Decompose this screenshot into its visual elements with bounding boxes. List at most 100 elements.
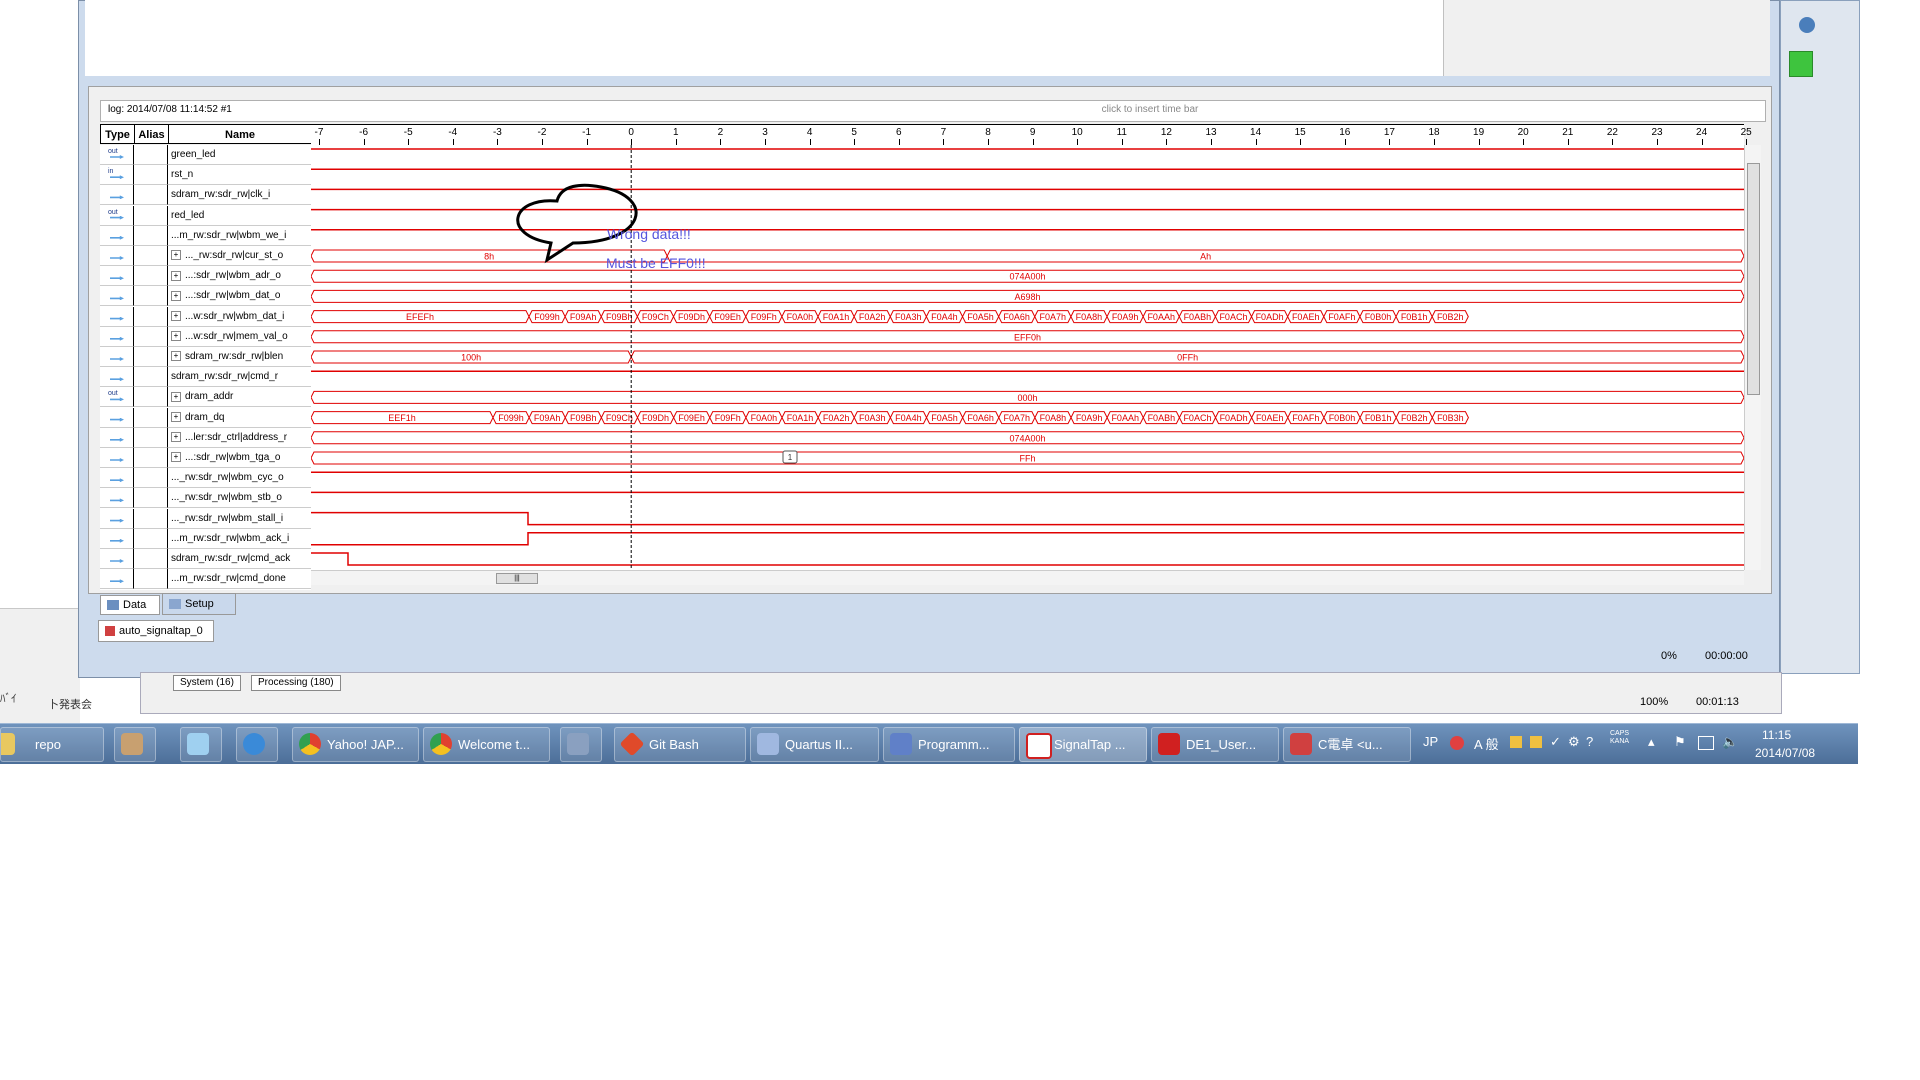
signal-row[interactable]: + dram_dq bbox=[100, 407, 311, 428]
signal-row[interactable]: + ...w:sdr_rw|mem_val_o bbox=[100, 326, 311, 347]
horizontal-scrollbar[interactable]: ||| bbox=[311, 570, 1744, 585]
signal-row[interactable]: + ..._rw:sdr_rw|cur_st_o bbox=[100, 246, 311, 266]
signal-row[interactable]: ...m_rw:sdr_rw|cmd_done bbox=[100, 569, 311, 590]
taskbar-item-programmer[interactable]: Programm... bbox=[883, 727, 1015, 762]
taskbar-item-calc-denki[interactable]: C電卓 <u... bbox=[1283, 727, 1411, 762]
signal-alias-cell bbox=[134, 448, 168, 468]
signal-alias-cell bbox=[134, 407, 168, 428]
bus-value-label: F099h bbox=[534, 312, 560, 322]
column-header-type[interactable]: Type bbox=[100, 124, 135, 144]
waveform-area[interactable]: 8h Ah 074A00h A698h EFEFh F099h F09Ah F09Bh F09C… bbox=[311, 145, 1744, 570]
taskbar-item-pdf[interactable]: DE1_User... bbox=[1151, 727, 1279, 762]
expand-icon[interactable]: + bbox=[171, 331, 181, 342]
ruler-tick-label: 12 bbox=[1160, 127, 1172, 138]
signal-row[interactable]: ..._rw:sdr_rw|wbm_stall_i bbox=[100, 508, 311, 529]
signal-row[interactable]: out red_led bbox=[100, 205, 311, 226]
expand-icon[interactable]: + bbox=[171, 452, 181, 463]
scroll-thumb[interactable] bbox=[1747, 163, 1760, 395]
signal-row[interactable]: sdram_rw:sdr_rw|cmd_ack bbox=[100, 549, 311, 569]
clock-time[interactable]: 11:15 bbox=[1762, 728, 1791, 742]
column-header-name[interactable]: Name bbox=[168, 124, 312, 144]
log-bar[interactable] bbox=[100, 100, 1766, 122]
bus-value-label: EFF0h bbox=[1014, 332, 1041, 342]
scroll-thumb[interactable]: ||| bbox=[496, 573, 538, 584]
signal-row[interactable]: + ...:sdr_rw|wbm_dat_o bbox=[100, 286, 311, 307]
expand-icon[interactable]: + bbox=[171, 351, 181, 362]
expand-icon[interactable]: + bbox=[171, 310, 181, 321]
taskbar-item-git-bash[interactable]: Git Bash bbox=[614, 727, 746, 762]
expand-icon[interactable]: + bbox=[171, 250, 181, 261]
signal-name-text: red_led bbox=[171, 209, 205, 221]
ime-tool-icon[interactable] bbox=[1510, 736, 1522, 748]
network-icon[interactable] bbox=[1698, 736, 1714, 750]
signal-name-text: dram_dq bbox=[185, 411, 225, 423]
taskbar-item-ie[interactable] bbox=[236, 727, 278, 762]
signal-type-cell: out bbox=[100, 387, 134, 408]
volume-icon[interactable]: 🔈 bbox=[1722, 734, 1738, 750]
expand-icon[interactable]: + bbox=[171, 411, 181, 422]
signal-row[interactable]: + ...w:sdr_rw|wbm_dat_i bbox=[100, 306, 311, 327]
taskbar-item-notes[interactable] bbox=[180, 727, 222, 762]
ruler-tick-label: 5 bbox=[851, 127, 857, 138]
vertical-scrollbar[interactable] bbox=[1744, 145, 1761, 570]
taskbar-item-signaltap[interactable]: SignalTap ... bbox=[1019, 727, 1147, 762]
taskbar-item-chrome-welcome[interactable]: Welcome t... bbox=[423, 727, 550, 762]
signal-row[interactable]: ...m_rw:sdr_rw|wbm_ack_i bbox=[100, 528, 311, 549]
expand-icon[interactable]: + bbox=[171, 432, 181, 443]
expand-icon[interactable]: + bbox=[171, 391, 181, 402]
clock-date[interactable]: 2014/07/08 bbox=[1755, 746, 1815, 760]
tab-system-messages[interactable]: System (16) bbox=[173, 675, 241, 691]
timebar-hint[interactable]: click to insert time bar bbox=[1000, 104, 1300, 115]
tab-data[interactable]: Data bbox=[100, 595, 160, 615]
tab-processing-messages[interactable]: Processing (180) bbox=[251, 675, 341, 691]
bus-value-label: F09Eh bbox=[678, 413, 705, 423]
signal-row[interactable]: sdram_rw:sdr_rw|cmd_r bbox=[100, 367, 311, 388]
signal-row[interactable]: out green_led bbox=[100, 145, 311, 165]
taskbar-item-calculator[interactable] bbox=[560, 727, 602, 762]
signal-row[interactable]: ..._rw:sdr_rw|wbm_cyc_o bbox=[100, 468, 311, 489]
tab-setup[interactable]: Setup bbox=[162, 593, 236, 615]
signal-row[interactable]: ..._rw:sdr_rw|wbm_stb_o bbox=[100, 488, 311, 509]
flag-icon[interactable]: ⚑ bbox=[1674, 734, 1686, 750]
ruler-tick-label: 17 bbox=[1383, 127, 1395, 138]
taskbar-item-chrome-yahoo[interactable]: Yahoo! JAP... bbox=[292, 727, 419, 762]
help-icon[interactable]: ? bbox=[1586, 734, 1593, 749]
arrow-icon bbox=[110, 377, 124, 382]
show-hidden-icons-icon[interactable]: ▴ bbox=[1648, 734, 1655, 750]
expand-icon[interactable]: + bbox=[171, 290, 181, 301]
signal-type-cell bbox=[100, 528, 134, 549]
signal-name: + ...:sdr_rw|wbm_dat_o bbox=[168, 286, 311, 307]
column-header-alias[interactable]: Alias bbox=[134, 124, 169, 144]
ruler-tick-label: 20 bbox=[1517, 127, 1529, 138]
settings-icon[interactable]: ⚙ bbox=[1568, 734, 1580, 750]
ruler-tick-label: -6 bbox=[359, 127, 369, 138]
ime-property-icon[interactable]: ✓ bbox=[1550, 734, 1561, 750]
signaltap-file-icon bbox=[105, 626, 115, 637]
ime-language[interactable]: JP bbox=[1423, 734, 1438, 749]
taskbar-item-paint[interactable] bbox=[114, 727, 156, 762]
signal-row[interactable]: + sdram_rw:sdr_rw|blen bbox=[100, 347, 311, 367]
ime-mode-icon[interactable]: A 般 bbox=[1474, 734, 1499, 753]
chrome-icon bbox=[299, 733, 321, 755]
signal-row[interactable]: + ...:sdr_rw|wbm_tga_o bbox=[100, 448, 311, 468]
signal-row[interactable]: + ...ler:sdr_ctrl|address_r bbox=[100, 427, 311, 448]
signal-row[interactable]: + ...:sdr_rw|wbm_adr_o bbox=[100, 266, 311, 287]
signal-type-cell bbox=[100, 468, 134, 489]
signal-row[interactable]: ...m_rw:sdr_rw|wbm_we_i bbox=[100, 225, 311, 246]
signal-row[interactable]: in rst_n bbox=[100, 165, 311, 186]
signal-name: ..._rw:sdr_rw|wbm_cyc_o bbox=[168, 468, 311, 489]
taskbar-item-quartus[interactable]: Quartus II... bbox=[750, 727, 879, 762]
signal-row[interactable]: out + dram_addr bbox=[100, 387, 311, 408]
ime-icon[interactable] bbox=[1450, 736, 1464, 750]
arrow-icon bbox=[110, 155, 124, 159]
taskbar-item-repo[interactable]: repo bbox=[0, 727, 104, 762]
signal-row[interactable]: sdram_rw:sdr_rw|clk_i bbox=[100, 185, 311, 206]
signal-name: sdram_rw:sdr_rw|clk_i bbox=[168, 185, 311, 206]
bus-value-label: F09Ah bbox=[534, 413, 561, 423]
instance-tab[interactable]: auto_signaltap_0 bbox=[98, 620, 214, 642]
ime-dictionary-icon[interactable] bbox=[1530, 736, 1542, 748]
signal-type-icon bbox=[108, 310, 126, 323]
ruler-tick-label: 21 bbox=[1562, 127, 1574, 138]
expand-icon[interactable]: + bbox=[171, 270, 181, 281]
signal-name-text: sdram_rw:sdr_rw|blen bbox=[185, 351, 284, 362]
